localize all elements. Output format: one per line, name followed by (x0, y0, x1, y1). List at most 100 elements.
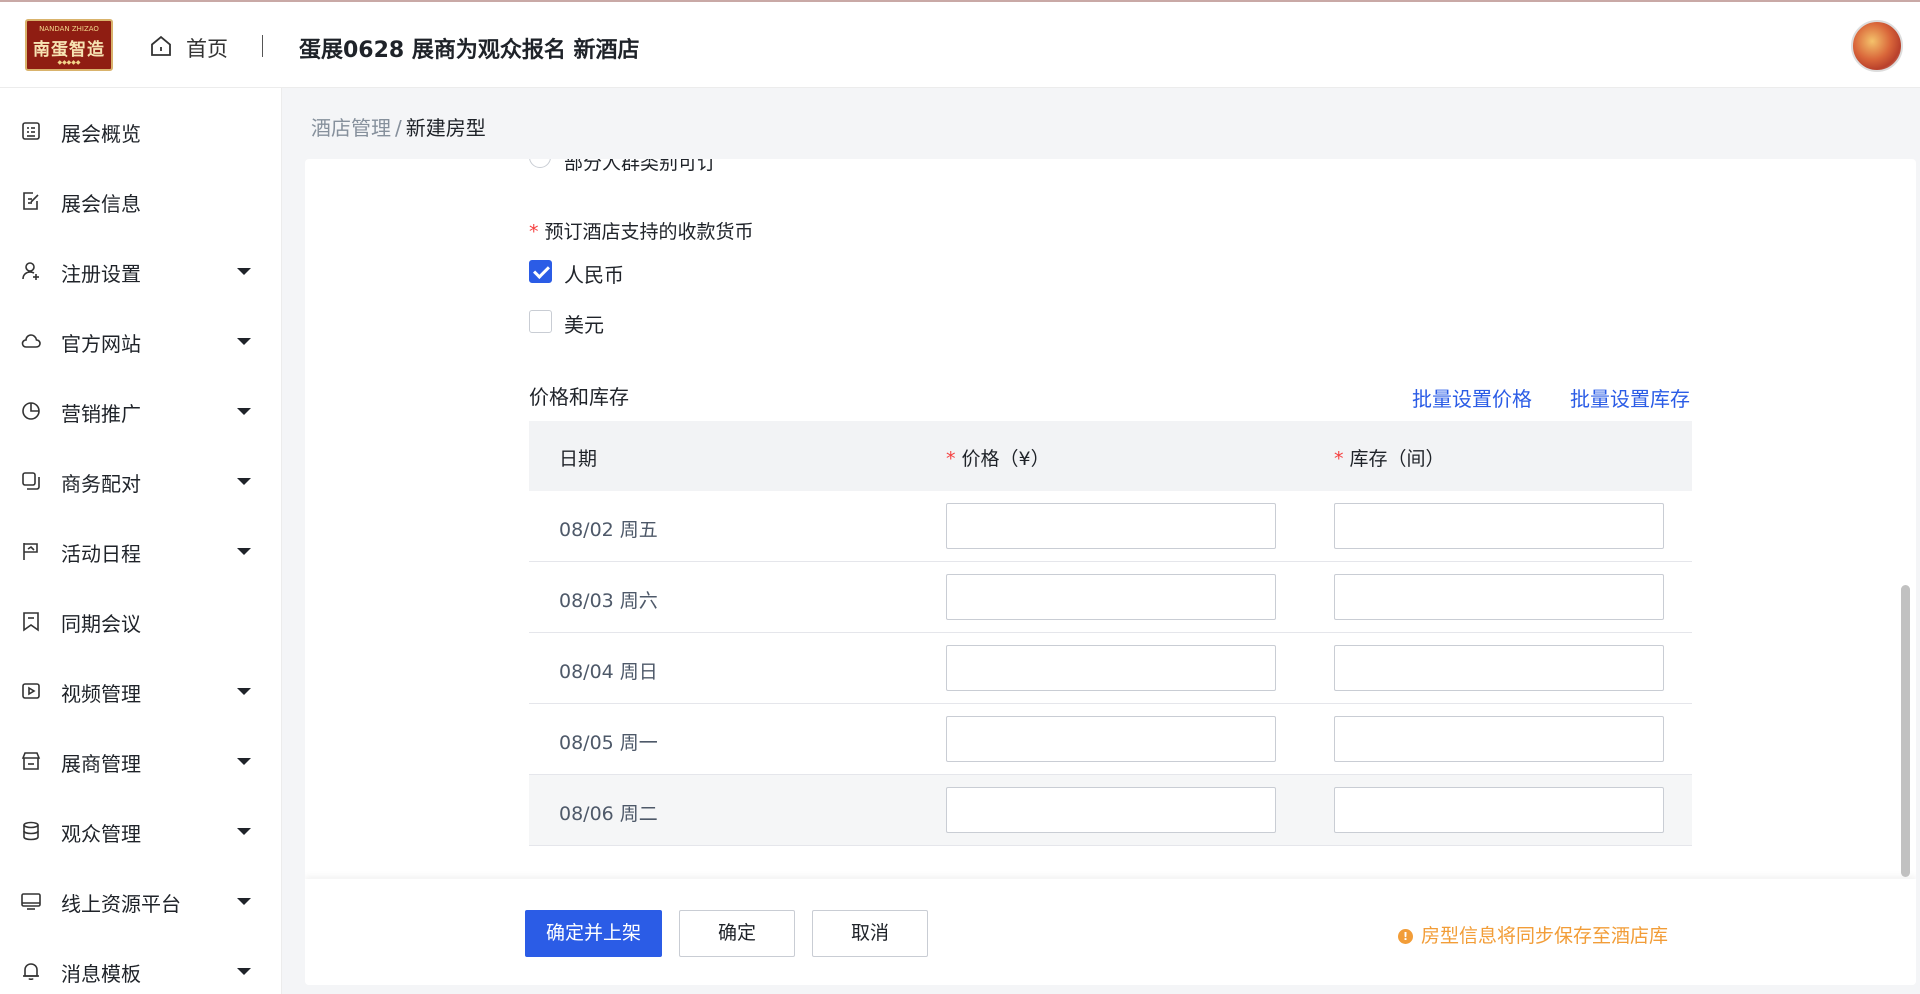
home-icon[interactable] (149, 34, 173, 58)
price-input[interactable] (946, 716, 1276, 762)
flag-icon (23, 543, 38, 560)
bell-icon (23, 963, 39, 981)
sidebar-item-label: 官方网站 (61, 332, 141, 356)
sidebar-item-label: 同期会议 (61, 612, 141, 636)
currency-field-label-text: 预订酒店支持的收款货币 (544, 221, 754, 243)
page-title: 蛋展0628 展商为观众报名 新酒店 (299, 38, 640, 63)
price-input[interactable] (946, 503, 1276, 549)
row-date: 08/06 周二 (559, 803, 658, 825)
user-avatar[interactable] (1851, 20, 1903, 72)
sidebar-item-official-site[interactable]: 官方网站 (0, 313, 282, 369)
chevron-down-icon (237, 758, 251, 765)
sync-notice-text: 房型信息将同步保存至酒店库 (1421, 925, 1669, 947)
form-footer: 确定并上架 确定 取消 ! 房型信息将同步保存至酒店库 (305, 879, 1916, 985)
row-date: 08/03 周六 (559, 590, 658, 612)
logo-text: 南蛋智造 (33, 40, 105, 60)
sync-notice: ! 房型信息将同步保存至酒店库 (1398, 921, 1668, 948)
logo-ornament: ◆◆◆◆◆ (57, 59, 81, 66)
partial-audience-radio[interactable] (529, 159, 551, 168)
sidebar-item-label: 线上资源平台 (61, 892, 181, 916)
sidebar-item-label: 展会概览 (61, 122, 141, 146)
chevron-down-icon (237, 408, 251, 415)
monitor-icon (21, 893, 41, 910)
sidebar-item-exhibitors[interactable]: 展商管理 (0, 733, 282, 789)
batch-set-price-link[interactable]: 批量设置价格 (1412, 383, 1532, 412)
header-divider (262, 35, 263, 57)
home-link[interactable]: 首页 (186, 33, 228, 63)
required-mark: * (1334, 448, 1344, 470)
breadcrumb-separator: / (395, 116, 402, 140)
sidebar-item-label: 消息模板 (61, 962, 141, 986)
sidebar-item-label: 展会信息 (61, 192, 141, 216)
sidebar-item-registration[interactable]: 注册设置 (0, 243, 282, 299)
video-icon (22, 683, 40, 699)
pie-chart-icon (22, 402, 40, 420)
partial-audience-radio-label: 部分人群类别可订 (564, 159, 717, 174)
sidebar-item-schedule[interactable]: 活动日程 (0, 523, 282, 579)
required-mark: * (529, 221, 539, 243)
sidebar-item-video[interactable]: 视频管理 (0, 663, 282, 719)
column-header-date: 日期 (559, 448, 598, 470)
price-input[interactable] (946, 645, 1276, 691)
sidebar-item-online-resources[interactable]: 线上资源平台 (0, 873, 282, 929)
chevron-down-icon (237, 688, 251, 695)
row-date: 08/04 周日 (559, 661, 658, 683)
price-input[interactable] (946, 574, 1276, 620)
sidebar-item-overview[interactable]: 展会概览 (0, 103, 282, 159)
row-date: 08/05 周一 (559, 732, 658, 754)
required-mark: * (946, 448, 956, 470)
column-header-stock: * 库存（间） (1334, 444, 1445, 471)
sidebar-item-label: 观众管理 (61, 822, 141, 846)
sidebar: 展会概览 展会信息 注册设置 官方网站 营销推广 商务配对 活动日程 同期会议 … (0, 88, 282, 994)
logo-subtitle: NANDAN ZHIZAO (39, 25, 99, 33)
brand-logo[interactable]: NANDAN ZHIZAO 南蛋智造 ◆◆◆◆◆ (25, 19, 113, 71)
database-icon (23, 821, 39, 841)
pricing-section-title: 价格和库存 (529, 385, 629, 409)
chevron-down-icon (237, 828, 251, 835)
currency-rmb-checkbox[interactable] (529, 260, 552, 283)
edit-doc-icon (23, 192, 39, 210)
table-header: 日期 * 价格（¥） * 库存（间） (529, 421, 1692, 491)
sidebar-item-label: 营销推广 (61, 402, 141, 426)
page-scrollbar[interactable] (1901, 585, 1910, 877)
stock-input[interactable] (1334, 574, 1664, 620)
stock-input[interactable] (1334, 716, 1664, 762)
cancel-button[interactable]: 取消 (812, 910, 928, 957)
copy-icon (22, 472, 40, 490)
warning-icon: ! (1398, 929, 1413, 944)
batch-set-stock-link[interactable]: 批量设置库存 (1570, 383, 1690, 412)
sidebar-item-matchmaking[interactable]: 商务配对 (0, 453, 282, 509)
stock-input[interactable] (1334, 787, 1664, 833)
stock-input[interactable] (1334, 645, 1664, 691)
confirm-button[interactable]: 确定 (679, 910, 795, 957)
sidebar-item-marketing[interactable]: 营销推广 (0, 383, 282, 439)
column-header-stock-text: 库存（间） (1349, 448, 1445, 470)
sidebar-item-label: 注册设置 (61, 262, 141, 286)
cloud-icon (21, 334, 41, 348)
chevron-down-icon (237, 338, 251, 345)
table-row: 08/02 周五 (529, 491, 1692, 562)
currency-usd-checkbox[interactable] (529, 310, 552, 333)
chevron-down-icon (237, 268, 251, 275)
row-date: 08/02 周五 (559, 519, 658, 541)
column-header-price: * 价格（¥） (946, 444, 1050, 471)
chevron-down-icon (237, 548, 251, 555)
confirm-and-publish-button[interactable]: 确定并上架 (525, 910, 662, 957)
price-input[interactable] (946, 787, 1276, 833)
sidebar-item-message-templates[interactable]: 消息模板 (0, 943, 282, 994)
sidebar-item-label: 展商管理 (61, 752, 141, 776)
sidebar-item-label: 视频管理 (61, 682, 141, 706)
form-card: 部分人群类别可订 * 预订酒店支持的收款货币 人民币 美元 价格和库存 批量设置价… (305, 159, 1916, 985)
sidebar-item-visitors[interactable]: 观众管理 (0, 803, 282, 859)
overview-icon (22, 122, 40, 140)
currency-rmb-label[interactable]: 人民币 (564, 259, 624, 288)
stock-input[interactable] (1334, 503, 1664, 549)
top-bar: NANDAN ZHIZAO 南蛋智造 ◆◆◆◆◆ 首页 蛋展0628 展商为观众… (0, 0, 1920, 88)
sidebar-item-conferences[interactable]: 同期会议 (0, 593, 282, 649)
chevron-down-icon (237, 968, 251, 975)
table-row: 08/05 周一 (529, 704, 1692, 775)
currency-usd-label[interactable]: 美元 (564, 309, 604, 338)
sidebar-item-label: 商务配对 (61, 472, 141, 496)
breadcrumb-parent-link[interactable]: 酒店管理 (311, 116, 391, 140)
sidebar-item-exhibition-info[interactable]: 展会信息 (0, 173, 282, 229)
